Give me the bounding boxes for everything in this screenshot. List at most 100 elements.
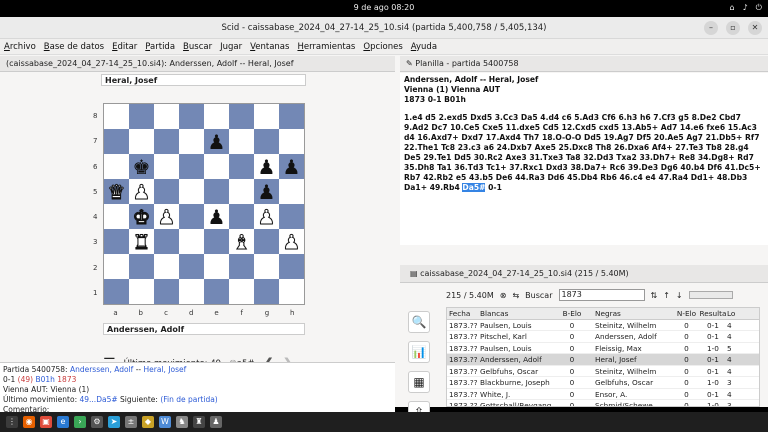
menu-archivo[interactable]: Archivo — [4, 42, 36, 52]
square-h4[interactable] — [279, 204, 304, 229]
clock[interactable]: 9 de ago 08:20 — [0, 3, 768, 12]
stockfish-icon[interactable]: ♜ — [193, 416, 205, 428]
chessboard-icon[interactable]: ▦ — [408, 371, 430, 393]
white-king-icon[interactable]: ♚ — [129, 204, 154, 229]
square-h6[interactable]: ♟ — [279, 154, 304, 179]
notation-moves[interactable]: 1.e4 d5 2.exd5 Dxd5 3.Cc3 Da5 4.d4 c6 5.… — [404, 113, 764, 193]
menu-base-de-datos[interactable]: Base de datos — [44, 42, 104, 52]
square-a5[interactable]: ♛ — [104, 179, 129, 204]
square-b4[interactable]: ♚ — [129, 204, 154, 229]
square-f2[interactable] — [229, 254, 254, 279]
sort-icon[interactable]: ⇅ — [651, 291, 658, 300]
apps-grid-icon[interactable]: ⋮ — [6, 416, 18, 428]
black-pawn-icon[interactable]: ♟ — [254, 154, 279, 179]
column-header[interactable]: Lo — [727, 308, 737, 319]
square-f8[interactable] — [229, 104, 254, 129]
square-g6[interactable]: ♟ — [254, 154, 279, 179]
square-f5[interactable] — [229, 179, 254, 204]
square-e5[interactable] — [204, 179, 229, 204]
column-header[interactable]: N-Elo — [674, 308, 699, 319]
square-e3[interactable] — [204, 229, 229, 254]
square-a2[interactable] — [104, 254, 129, 279]
menu-editar[interactable]: Editar — [112, 42, 137, 52]
square-b6[interactable]: ♚ — [129, 154, 154, 179]
square-d6[interactable] — [179, 154, 204, 179]
table-row[interactable]: 1873.??.??Pitschel, Karl 0 Anderssen, Adol… — [447, 331, 759, 343]
menu-ayuda[interactable]: Ayuda — [411, 42, 437, 52]
column-header[interactable]: B-Elo — [552, 308, 592, 319]
info-last-move[interactable]: 49...Da5# — [80, 395, 118, 404]
menu-opciones[interactable]: Opciones — [363, 42, 402, 52]
bar-chart-icon[interactable]: 📊 — [408, 341, 430, 363]
square-f6[interactable] — [229, 154, 254, 179]
table-row[interactable]: 1873.??.??White, J. 0 Ensor, A. 0 0-1 4 — [447, 389, 759, 400]
square-c5[interactable] — [154, 179, 179, 204]
scid-taskbar-icon[interactable]: ♞ — [176, 416, 188, 428]
square-c6[interactable] — [154, 154, 179, 179]
square-a6[interactable] — [104, 154, 129, 179]
square-h7[interactable] — [279, 129, 304, 154]
square-c7[interactable] — [154, 129, 179, 154]
square-g8[interactable] — [254, 104, 279, 129]
table-row[interactable]: 1873.??.??Blackburne, Joseph 0 Gelbfuhs, O… — [447, 377, 759, 389]
square-g5[interactable]: ♟ — [254, 179, 279, 204]
square-b5[interactable]: ♟ — [129, 179, 154, 204]
files-icon[interactable]: ▣ — [40, 416, 52, 428]
firefox-icon[interactable]: ◉ — [23, 416, 35, 428]
chess-app-icon[interactable]: ♟ — [210, 416, 222, 428]
column-header[interactable]: Fecha — [447, 308, 477, 319]
square-e8[interactable] — [204, 104, 229, 129]
square-a3[interactable] — [104, 229, 129, 254]
chess-board[interactable]: ♟ ♚ ♟ ♟ ♛ ♟ ♟ ♚ ♟ ♟ ♟ ♜ ♝ ♟ — [103, 103, 305, 305]
square-f3[interactable]: ♝ — [229, 229, 254, 254]
gamelist-tab[interactable]: ▤ caissabase_2024_04_27-14_25_10.si4 (21… — [400, 265, 768, 283]
minimize-button[interactable]: – — [704, 21, 718, 35]
black-pawn-icon[interactable]: ♟ — [254, 179, 279, 204]
white-pawn-icon[interactable]: ♟ — [129, 179, 154, 204]
title-bar[interactable]: Scid - caissabase_2024_04_27-14_25_10.si… — [0, 17, 768, 39]
maximize-button[interactable]: ▫ — [726, 21, 740, 35]
square-e4[interactable]: ♟ — [204, 204, 229, 229]
info-eco[interactable]: B01h — [35, 375, 54, 384]
square-h1[interactable] — [279, 279, 304, 304]
search-input[interactable]: 1873 — [558, 289, 645, 301]
square-f4[interactable] — [229, 204, 254, 229]
square-d2[interactable] — [179, 254, 204, 279]
square-f1[interactable] — [229, 279, 254, 304]
square-d7[interactable] — [179, 129, 204, 154]
menu-buscar[interactable]: Buscar — [183, 42, 212, 52]
square-c1[interactable] — [154, 279, 179, 304]
menu-herramientas[interactable]: Herramientas — [297, 42, 355, 52]
black-pawn-icon[interactable]: ♟ — [204, 129, 229, 154]
info-white-link[interactable]: Anderssen, Adolf — [70, 365, 133, 374]
square-a1[interactable] — [104, 279, 129, 304]
column-header[interactable]: Negras — [592, 308, 674, 319]
notation-tab[interactable]: ✎ Planilla - partida 5400758 — [400, 56, 768, 72]
square-g1[interactable] — [254, 279, 279, 304]
white-queen-icon[interactable]: ♛ — [104, 179, 129, 204]
current-move[interactable]: Da5# — [462, 183, 486, 192]
square-a7[interactable] — [104, 129, 129, 154]
white-pawn-icon[interactable]: ♟ — [254, 204, 279, 229]
square-a4[interactable] — [104, 204, 129, 229]
down-arrow-icon[interactable]: ↓ — [676, 291, 683, 300]
system-tray[interactable]: ⌂ ♪ ⏻ — [729, 3, 762, 13]
square-g3[interactable] — [254, 229, 279, 254]
square-c3[interactable] — [154, 229, 179, 254]
close-button[interactable]: ✕ — [748, 21, 762, 35]
square-d1[interactable] — [179, 279, 204, 304]
photos-icon[interactable]: ◆ — [142, 416, 154, 428]
calculator-icon[interactable]: ± — [125, 416, 137, 428]
square-b1[interactable] — [129, 279, 154, 304]
black-pawn-icon[interactable]: ♟ — [279, 154, 304, 179]
square-e1[interactable] — [204, 279, 229, 304]
square-c8[interactable] — [154, 104, 179, 129]
board-tab[interactable]: (caissabase_2024_04_27-14_25_10.si4): An… — [0, 56, 395, 72]
table-row[interactable]: 1873.??.??Paulsen, Louis 0 Steinitz, Wilhe… — [447, 320, 759, 331]
square-f7[interactable] — [229, 129, 254, 154]
telegram-icon[interactable]: ➤ — [108, 416, 120, 428]
menu-partida[interactable]: Partida — [145, 42, 175, 52]
square-e6[interactable] — [204, 154, 229, 179]
square-d5[interactable] — [179, 179, 204, 204]
square-g2[interactable] — [254, 254, 279, 279]
